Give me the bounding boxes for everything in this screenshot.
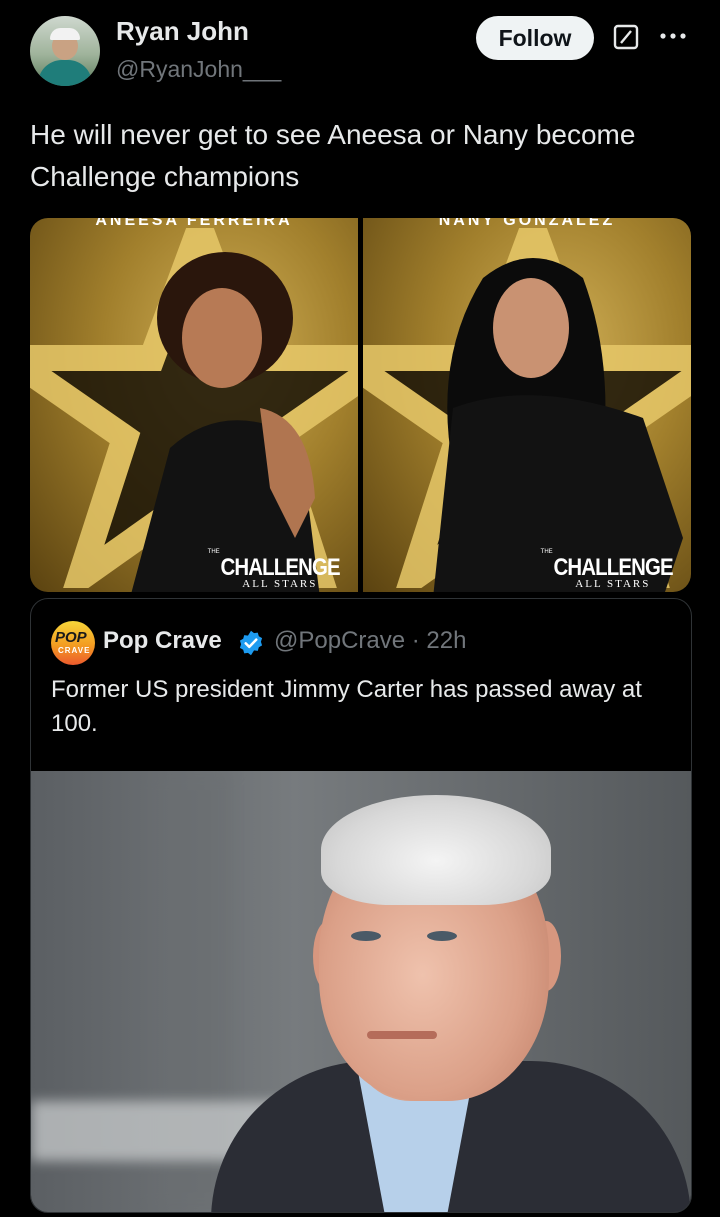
more-icon[interactable] [658, 26, 688, 46]
quoted-handle-time: @PopCrave · 22h [274, 627, 467, 654]
grok-icon[interactable] [613, 24, 639, 50]
media-image-nany[interactable]: NANY GONZALEZ THE CHALLENGE ALL STARS [363, 218, 691, 592]
quoted-post[interactable]: POP CRAVE Pop Crave @PopCrave · 22h Form… [30, 598, 692, 1213]
quoted-photo[interactable] [31, 771, 691, 1212]
quoted-author-name[interactable]: Pop Crave [103, 627, 222, 655]
person-figure [131, 252, 320, 592]
media-caption-left: ANEESA FERREIRA [95, 218, 293, 229]
person-figure [433, 258, 683, 592]
challenge-logo-right: THE CHALLENGE ALL STARS [540, 549, 674, 590]
author-handle[interactable]: @RyanJohn___ [116, 56, 281, 83]
follow-button[interactable]: Follow [476, 16, 594, 60]
quoted-text: Former US president Jimmy Carter has pas… [51, 676, 642, 737]
author-name[interactable]: Ryan John [116, 16, 249, 47]
verified-badge-icon [239, 630, 263, 656]
media-caption-right: NANY GONZALEZ [438, 218, 616, 229]
media-image-aneesa[interactable]: ANEESA FERREIRA THE CHALLENGE ALL STARS [30, 218, 358, 592]
tweet-media-grid[interactable]: ANEESA FERREIRA THE CHALLENGE ALL STARS … [30, 218, 691, 592]
quoted-author-avatar[interactable]: POP CRAVE [51, 621, 95, 665]
challenge-logo-left: THE CHALLENGE ALL STARS [207, 549, 341, 590]
author-avatar[interactable] [30, 16, 100, 86]
tweet-text: He will never get to see Aneesa or Nany … [30, 119, 636, 192]
